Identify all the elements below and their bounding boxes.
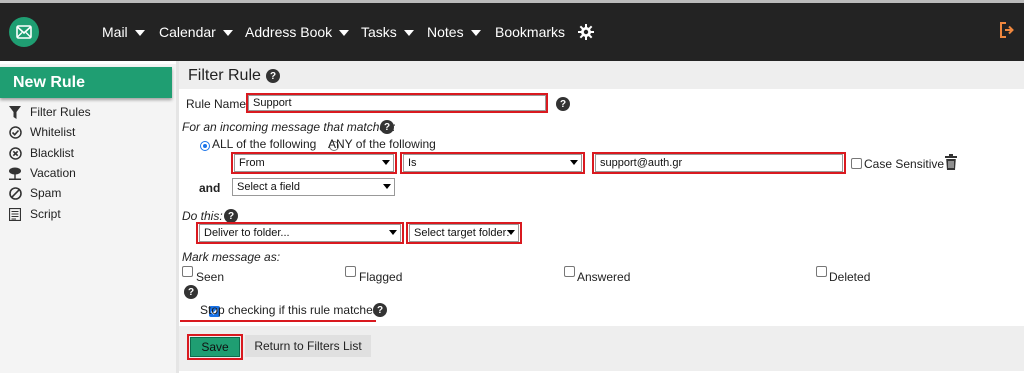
- sidebar-item-blacklist[interactable]: Blacklist: [8, 146, 74, 160]
- chevron-down-icon: [383, 184, 391, 189]
- new-rule-button[interactable]: New Rule: [0, 67, 172, 98]
- answered-label: Answered: [577, 270, 631, 284]
- condition-value-input[interactable]: support@auth.gr: [595, 154, 843, 172]
- condition-field-select[interactable]: From: [234, 154, 394, 172]
- mark-as-label: Mark message as:: [182, 250, 281, 264]
- condition-field-value: From: [239, 157, 265, 169]
- script-icon: [8, 207, 22, 221]
- x-circle-icon: [8, 146, 22, 160]
- nav-bookmarks-link[interactable]: Bookmarks: [495, 24, 565, 40]
- chevron-down-icon: [470, 30, 481, 36]
- chevron-down-icon: [382, 160, 390, 165]
- chevron-down-icon: [570, 160, 578, 165]
- nav-tasks-label: Tasks: [361, 24, 397, 40]
- sidebar-item-vacation[interactable]: Vacation: [8, 166, 76, 180]
- nav-bookmarks-label: Bookmarks: [495, 24, 566, 40]
- sidebar-item-label: Script: [30, 207, 61, 221]
- nav-mail-label: Mail: [102, 24, 128, 40]
- help-icon[interactable]: ?: [266, 69, 280, 83]
- condition-operator-select[interactable]: Is: [403, 154, 582, 172]
- logout-icon[interactable]: [1000, 22, 1014, 41]
- chevron-down-icon: [389, 230, 397, 235]
- form-header: Filter Rule ?: [179, 61, 1024, 89]
- match-intro-label: For an incoming message that matches:: [182, 120, 396, 134]
- sidebar-item-label: Whitelist: [30, 125, 76, 139]
- flagged-checkbox[interactable]: [345, 266, 356, 277]
- next-field-select[interactable]: Select a field: [232, 178, 395, 196]
- page-title: Filter Rule: [188, 67, 261, 84]
- answered-checkbox[interactable]: [564, 266, 575, 277]
- nav-calendar-menu[interactable]: Calendar: [159, 24, 233, 40]
- deleted-checkbox[interactable]: [816, 266, 827, 277]
- sidebar-item-label: Vacation: [30, 166, 76, 180]
- sidebar-item-label: Filter Rules: [30, 105, 91, 119]
- action-value: Deliver to folder...: [204, 227, 290, 239]
- match-all-label: ALL of the following: [212, 137, 317, 151]
- return-to-filters-button[interactable]: Return to Filters List: [245, 335, 371, 357]
- seen-checkbox[interactable]: [182, 266, 193, 277]
- sidebar-item-whitelist[interactable]: Whitelist: [8, 125, 75, 139]
- target-folder-value: Select target folder:: [414, 227, 510, 239]
- rule-name-label: Rule Name:: [186, 97, 250, 111]
- sidebar-item-script[interactable]: Script: [8, 207, 61, 221]
- chevron-down-icon: [222, 30, 233, 36]
- nav-address-book-menu[interactable]: Address Book: [245, 24, 350, 40]
- target-folder-select[interactable]: Select target folder:: [409, 224, 519, 242]
- match-all-radio[interactable]: [200, 140, 210, 151]
- nav-notes-label: Notes: [427, 24, 464, 40]
- help-icon[interactable]: ?: [224, 209, 238, 223]
- flagged-label: Flagged: [359, 270, 403, 284]
- stop-checking-label: Stop checking if this rule matches?: [200, 303, 386, 317]
- mail-logo-icon[interactable]: [9, 17, 39, 47]
- chevron-down-icon: [507, 230, 515, 235]
- rule-name-input[interactable]: Support: [248, 95, 546, 111]
- next-field-value: Select a field: [237, 181, 300, 193]
- chevron-down-icon: [339, 30, 350, 36]
- form-footer: Save Return to Filters List: [179, 326, 1024, 371]
- save-button[interactable]: Save: [190, 337, 240, 357]
- condition-operator-value: Is: [408, 157, 417, 169]
- help-icon[interactable]: ?: [556, 97, 570, 111]
- chevron-down-icon: [403, 30, 414, 36]
- nav-tasks-menu[interactable]: Tasks: [361, 24, 414, 40]
- deleted-label: Deleted: [829, 270, 871, 284]
- help-icon[interactable]: ?: [373, 303, 387, 317]
- sidebar-item-label: Spam: [30, 186, 62, 200]
- filter-rule-form: Filter Rule ? Rule Name: Support ? For a…: [179, 61, 1024, 373]
- vacation-icon: [8, 166, 22, 180]
- sidebar-item-spam[interactable]: Spam: [8, 186, 61, 200]
- sidebar: New Rule Filter Rules Whitelist Blacklis…: [0, 64, 176, 373]
- case-sensitive-checkbox[interactable]: [851, 158, 862, 169]
- do-this-label: Do this:: [182, 209, 223, 223]
- match-any-label: ANY of the following: [328, 137, 436, 151]
- sidebar-item-label: Blacklist: [30, 146, 75, 160]
- top-navigation-bar: Mail Calendar Address Book Tasks Notes B…: [0, 0, 1024, 61]
- trash-icon[interactable]: [945, 154, 957, 173]
- action-select[interactable]: Deliver to folder...: [199, 224, 401, 242]
- nav-address-book-label: Address Book: [245, 24, 333, 40]
- help-icon[interactable]: ?: [184, 285, 198, 299]
- ban-icon: [8, 186, 22, 200]
- stop-checking-underline: [180, 320, 376, 322]
- chevron-down-icon: [134, 30, 145, 36]
- and-label: and: [199, 181, 221, 195]
- nav-calendar-label: Calendar: [159, 24, 216, 40]
- check-circle-icon: [8, 125, 22, 139]
- gear-icon[interactable]: [578, 24, 594, 43]
- case-sensitive-label: Case Sensitive: [864, 157, 945, 171]
- sidebar-item-filter-rules[interactable]: Filter Rules: [8, 105, 91, 119]
- seen-label: Seen: [196, 270, 225, 284]
- help-icon[interactable]: ?: [380, 120, 394, 134]
- nav-notes-menu[interactable]: Notes: [427, 24, 481, 40]
- nav-mail-menu[interactable]: Mail: [102, 24, 145, 40]
- filter-icon: [8, 105, 22, 119]
